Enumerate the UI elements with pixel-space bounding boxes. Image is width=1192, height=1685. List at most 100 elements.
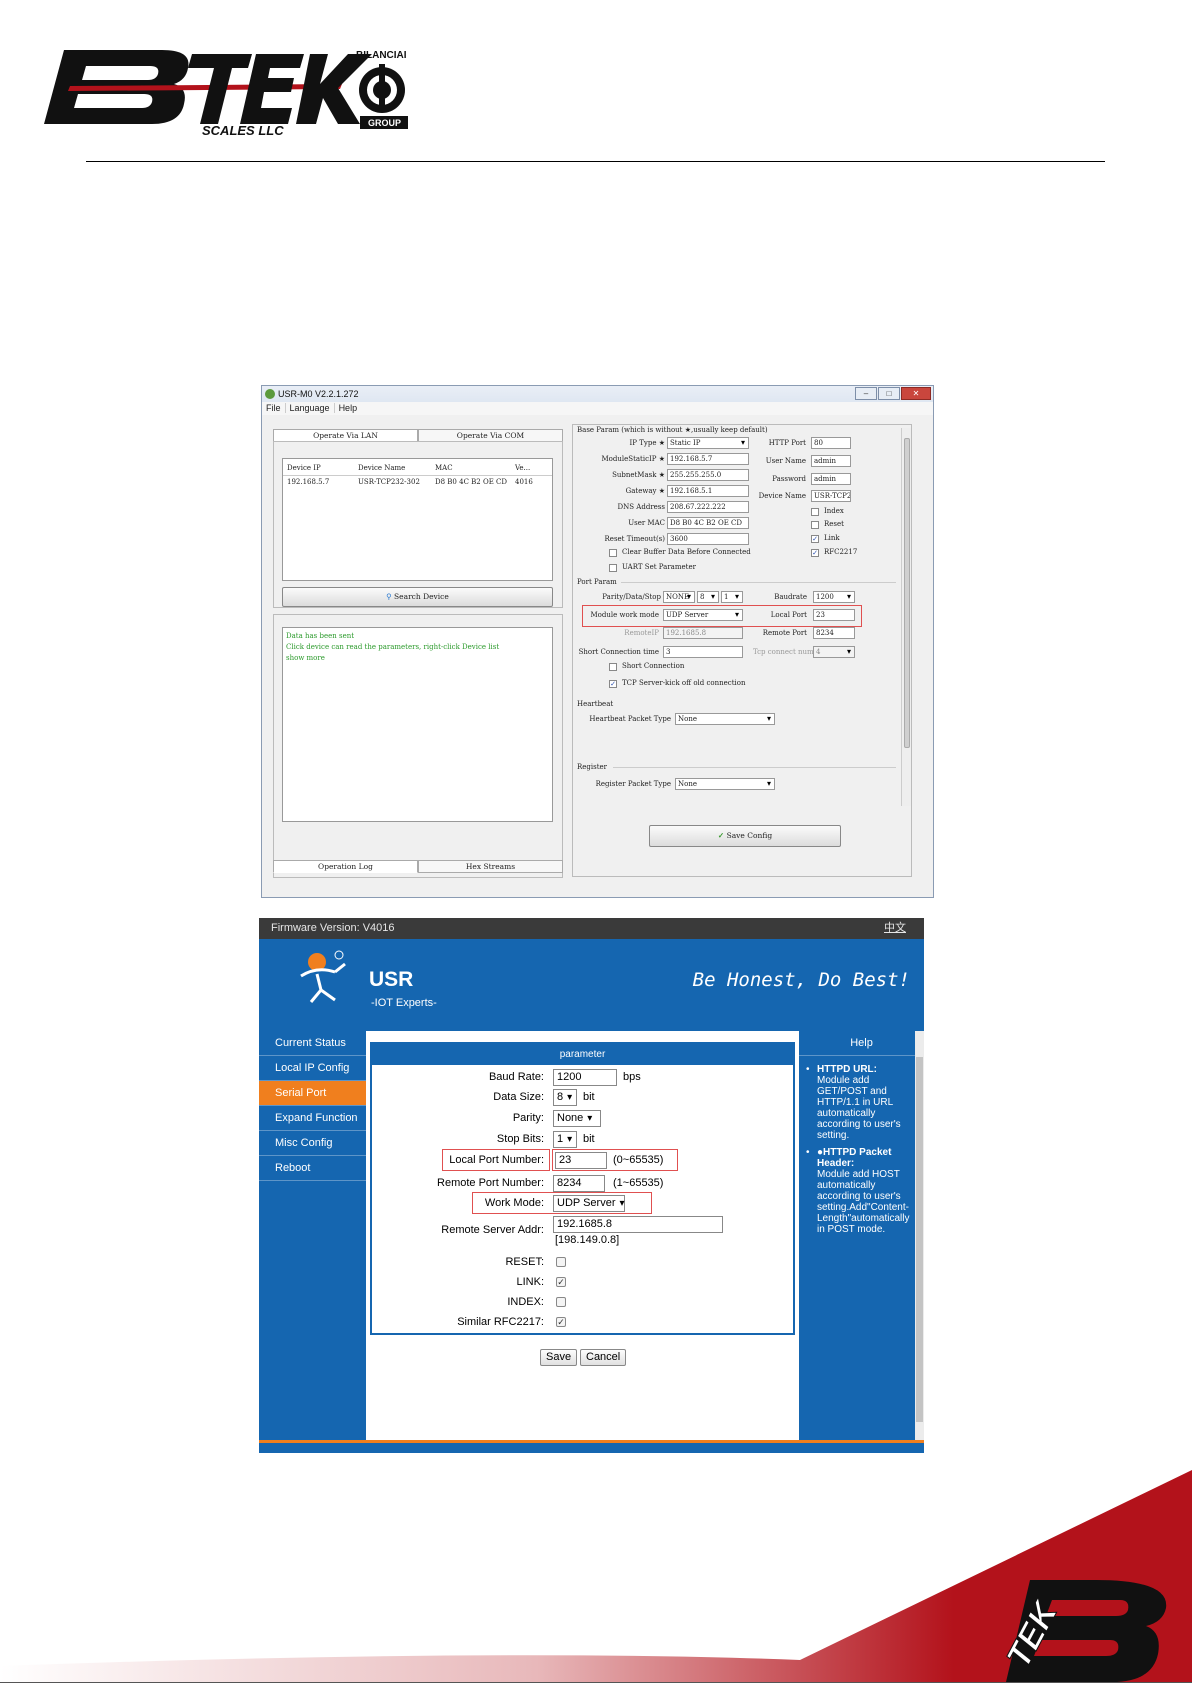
logo-subtitle: SCALES LLC bbox=[202, 123, 284, 137]
help-item-body: Module add GET/POST and HTTP/1.1 in URL … bbox=[817, 1075, 901, 1141]
short-conn-time-label: Short Connection time bbox=[578, 648, 659, 656]
short-conn-label: Short Connection bbox=[622, 662, 685, 670]
stop-bits-select[interactable]: 1 bbox=[553, 1131, 577, 1148]
link-checkbox[interactable]: ✓ bbox=[811, 535, 819, 543]
work-mode-label: Module work mode bbox=[590, 611, 659, 619]
help-scrollbar[interactable] bbox=[915, 1031, 924, 1453]
reset-timeout-label: Reset Timeout(s) bbox=[604, 535, 665, 543]
index-checkbox[interactable] bbox=[556, 1297, 566, 1307]
stop-bits-select[interactable]: 1 bbox=[721, 591, 743, 603]
short-conn-checkbox[interactable] bbox=[609, 663, 617, 671]
cancel-button[interactable]: Cancel bbox=[580, 1349, 627, 1366]
tcp-kick-checkbox[interactable]: ✓ bbox=[609, 680, 617, 688]
table-cell[interactable]: 192.168.5.7 bbox=[287, 478, 329, 486]
parity-label: Parity/Data/Stop bbox=[602, 593, 661, 601]
reset-checkbox[interactable] bbox=[556, 1257, 566, 1267]
short-conn-time-field[interactable]: 3 bbox=[663, 646, 743, 658]
remote-port-field[interactable]: 8234 bbox=[553, 1175, 605, 1192]
menu-language[interactable]: Language bbox=[284, 403, 334, 413]
subnet-field[interactable]: 255.255.255.0 bbox=[667, 469, 749, 481]
index-checkbox[interactable] bbox=[811, 508, 819, 516]
table-cell[interactable]: USR-TCP232-302 bbox=[358, 478, 420, 486]
data-size-select[interactable]: 8 bbox=[553, 1089, 577, 1106]
operation-log: Data has been sent Click device can read… bbox=[282, 627, 553, 822]
reset-timeout-field[interactable]: 3600 bbox=[667, 533, 749, 545]
dns-field[interactable]: 208.67.222.222 bbox=[667, 501, 749, 513]
local-port-field[interactable]: 23 bbox=[555, 1152, 607, 1169]
help-panel: Help HTTPD URL: Module add GET/POST and … bbox=[799, 1031, 924, 1453]
save-config-button[interactable]: ✓ Save Config bbox=[649, 825, 841, 847]
language-link[interactable]: 中文 bbox=[884, 918, 906, 939]
app-icon bbox=[265, 389, 275, 399]
tab-hex-streams[interactable]: Hex Streams bbox=[418, 860, 563, 873]
usr-logo-icon bbox=[300, 950, 346, 1003]
clear-buffer-checkbox[interactable] bbox=[609, 549, 617, 557]
nav-expand-function[interactable]: Expand Function bbox=[259, 1106, 366, 1131]
table-cell[interactable]: D8 B0 4C B2 OE CD bbox=[435, 478, 507, 486]
uart-set-checkbox[interactable] bbox=[609, 564, 617, 572]
help-title: Help bbox=[799, 1031, 924, 1056]
baud-unit: bps bbox=[623, 1071, 641, 1083]
parity-select[interactable]: None bbox=[553, 1110, 601, 1127]
help-item: ●HTTPD Packet Header: Module add HOST au… bbox=[804, 1147, 914, 1235]
data-bits-select[interactable]: 8 bbox=[697, 591, 719, 603]
nav-local-ip-config[interactable]: Local IP Config bbox=[259, 1056, 366, 1081]
menu-help[interactable]: Help bbox=[333, 403, 362, 413]
save-button[interactable]: Save bbox=[540, 1349, 578, 1366]
nav-misc-config[interactable]: Misc Config bbox=[259, 1131, 366, 1156]
help-item-title: ●HTTPD Packet Header: bbox=[817, 1147, 892, 1169]
minimize-icon[interactable]: – bbox=[855, 387, 877, 400]
btek-logo: SCALES LLC BILANCIAI GROUP bbox=[44, 50, 408, 137]
menu-bar: File Language Help bbox=[262, 402, 933, 415]
remote-addr-field[interactable]: 192.1685.8 bbox=[553, 1216, 723, 1233]
search-device-button[interactable]: ⚲ Search Device bbox=[282, 587, 553, 607]
remote-ip-field[interactable]: 192.1685.8 bbox=[663, 627, 743, 639]
register-type-select[interactable]: None bbox=[675, 778, 775, 790]
col-device-ip: Device IP bbox=[287, 464, 321, 472]
user-name-field[interactable]: admin bbox=[811, 455, 851, 467]
device-name-field[interactable]: USR-TCP23 bbox=[811, 490, 851, 502]
log-line: Click device can read the parameters, ri… bbox=[286, 643, 500, 651]
tcp-connect-num-label: Tcp connect num bbox=[753, 648, 814, 656]
parity-select[interactable]: NONE bbox=[663, 591, 695, 603]
rfc2217-checkbox[interactable]: ✓ bbox=[811, 549, 819, 557]
ip-type-select[interactable]: Static IP bbox=[667, 437, 749, 449]
nav-serial-port[interactable]: Serial Port bbox=[259, 1081, 366, 1106]
reset-checkbox[interactable] bbox=[811, 521, 819, 529]
baudrate-label: Baudrate bbox=[774, 593, 807, 601]
close-icon[interactable]: ✕ bbox=[901, 387, 931, 400]
params-scrollbar[interactable] bbox=[901, 428, 911, 806]
tab-operation-log[interactable]: Operation Log bbox=[273, 860, 418, 873]
link-checkbox[interactable]: ✓ bbox=[556, 1277, 566, 1287]
link-label: Link bbox=[824, 534, 840, 542]
data-size-unit: bit bbox=[583, 1091, 595, 1103]
index-label: Index bbox=[824, 507, 844, 515]
menu-file[interactable]: File bbox=[262, 403, 285, 413]
work-mode-select[interactable]: UDP Server bbox=[553, 1195, 625, 1212]
nav-reboot[interactable]: Reboot bbox=[259, 1156, 366, 1181]
password-field[interactable]: admin bbox=[811, 473, 851, 485]
device-list[interactable]: Device IP Device Name MAC Ve... 192.168.… bbox=[282, 458, 553, 581]
http-port-field[interactable]: 80 bbox=[811, 437, 851, 449]
rfc2217-checkbox[interactable]: ✓ bbox=[556, 1317, 566, 1327]
baud-field[interactable]: 1200 bbox=[553, 1069, 617, 1086]
local-port-label: Local Port Number: bbox=[449, 1154, 544, 1166]
table-cell[interactable]: 4016 bbox=[515, 478, 533, 486]
static-ip-field[interactable]: 192.168.5.7 bbox=[667, 453, 749, 465]
mac-field[interactable]: D8 B0 4C B2 OE CD bbox=[667, 517, 749, 529]
heartbeat-type-select[interactable]: None bbox=[675, 713, 775, 725]
remote-port-field[interactable]: 8234 bbox=[813, 627, 855, 639]
help-item: HTTPD URL: Module add GET/POST and HTTP/… bbox=[804, 1064, 914, 1141]
partner-name: BILANCIAI bbox=[356, 50, 407, 61]
gateway-field[interactable]: 192.168.5.1 bbox=[667, 485, 749, 497]
search-icon: ⚲ bbox=[386, 592, 392, 601]
parameter-title: parameter bbox=[372, 1044, 793, 1065]
tcp-connect-num-select[interactable]: 4 bbox=[813, 646, 855, 658]
local-port-field[interactable]: 23 bbox=[813, 609, 855, 621]
maximize-icon[interactable]: □ bbox=[878, 387, 900, 400]
local-port-label: Local Port bbox=[770, 611, 807, 619]
ip-type-label: IP Type ★ bbox=[629, 439, 665, 447]
work-mode-select[interactable]: UDP Server bbox=[663, 609, 743, 621]
baudrate-select[interactable]: 1200 bbox=[813, 591, 855, 603]
nav-current-status[interactable]: Current Status bbox=[259, 1031, 366, 1056]
